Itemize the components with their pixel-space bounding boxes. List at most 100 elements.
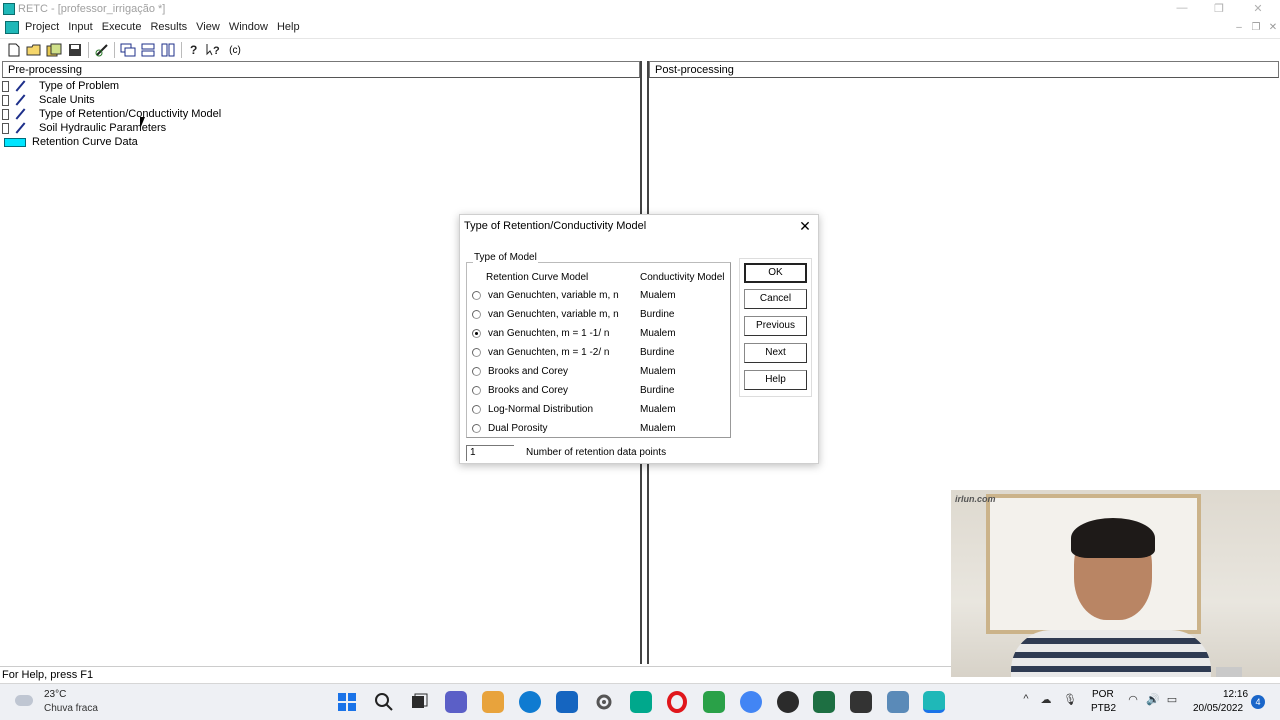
menu-execute[interactable]: Execute	[102, 21, 149, 33]
tree-item-scale-units[interactable]: Scale Units	[2, 93, 95, 107]
menu-view[interactable]: View	[196, 21, 227, 33]
menu-project[interactable]: Project	[25, 21, 66, 33]
model-option-row[interactable]: Brooks and Corey Mualem	[472, 365, 732, 379]
edit-icon[interactable]	[94, 41, 112, 59]
about-icon[interactable]: (c)	[225, 41, 245, 59]
settings-gear-icon[interactable]	[593, 691, 615, 713]
model-radio[interactable]	[472, 424, 481, 433]
chrome-browser-icon[interactable]	[740, 691, 762, 713]
previous-button[interactable]: Previous	[744, 316, 807, 336]
model-radio[interactable]	[472, 405, 481, 414]
model-radio-selected[interactable]	[472, 329, 481, 338]
document-icon[interactable]	[5, 21, 19, 34]
mdi-minimize-icon[interactable]: –	[1231, 22, 1247, 33]
copy-icon[interactable]	[45, 41, 63, 59]
menu-window[interactable]: Window	[229, 21, 275, 33]
tree-item-label: Soil Hydraulic Parameters	[39, 122, 167, 134]
menu-bar: Project Input Execute Results View Windo…	[0, 19, 1280, 37]
model-option-row[interactable]: van Genuchten, variable m, n Burdine	[472, 308, 732, 322]
retc-app-icon	[3, 3, 15, 15]
help-icon[interactable]: ?	[185, 41, 203, 59]
start-icon[interactable]	[336, 691, 358, 713]
wifi-icon[interactable]: ◠	[1124, 693, 1142, 706]
retention-points-label: Number of retention data points	[526, 447, 667, 458]
save-icon[interactable]	[66, 41, 84, 59]
battery-icon[interactable]: ▭	[1163, 693, 1181, 706]
pencil-icon	[11, 80, 25, 92]
monitor-app-icon[interactable]	[887, 691, 909, 713]
teams-chat-icon[interactable]	[445, 691, 467, 713]
show-hidden-icons-icon[interactable]: ^	[1017, 693, 1035, 705]
next-button[interactable]: Next	[744, 343, 807, 363]
help-button[interactable]: Help	[744, 370, 807, 390]
weather-condition[interactable]: Chuva fraca	[44, 703, 98, 714]
cancel-button[interactable]: Cancel	[744, 289, 807, 309]
app-search-icon[interactable]	[630, 691, 652, 713]
retention-model-label: van Genuchten, variable m, n	[488, 290, 619, 301]
menu-input[interactable]: Input	[68, 21, 99, 33]
cascade-windows-icon[interactable]	[119, 41, 137, 59]
tile-vertical-icon[interactable]	[159, 41, 177, 59]
retention-points-input[interactable]: 1	[466, 445, 514, 461]
weather-temperature[interactable]: 23°C	[44, 689, 66, 700]
recording-app-icon[interactable]	[777, 691, 799, 713]
model-option-row[interactable]: Dual Porosity Mualem	[472, 422, 732, 436]
microsoft-store-icon[interactable]	[556, 691, 578, 713]
new-file-icon[interactable]	[5, 41, 23, 59]
clock-date[interactable]: 20/05/2022	[1193, 703, 1243, 714]
model-radio[interactable]	[472, 386, 481, 395]
model-option-row[interactable]: Brooks and Corey Burdine	[472, 384, 732, 398]
model-radio[interactable]	[472, 367, 481, 376]
model-option-row[interactable]: van Genuchten, m = 1 -1/ n Mualem	[472, 327, 732, 341]
column-header-conductivity: Conductivity Model	[640, 272, 725, 283]
clock-time[interactable]: 12:16	[1223, 689, 1248, 700]
toolbar: ? ? (c)	[0, 38, 1280, 60]
tile-horizontal-icon[interactable]	[139, 41, 157, 59]
conductivity-model-label: Mualem	[640, 404, 676, 415]
menu-help[interactable]: Help	[277, 21, 307, 33]
tree-item-type-of-problem[interactable]: Type of Problem	[2, 79, 119, 93]
weather-cloud-icon[interactable]	[15, 691, 35, 707]
dialog-close-icon[interactable]: ✕	[798, 218, 812, 235]
model-option-row[interactable]: van Genuchten, variable m, n Mualem	[472, 289, 732, 303]
webcam-overlay: irlun.com	[951, 490, 1280, 677]
tree-node-box	[2, 80, 9, 92]
model-option-row[interactable]: Log-Normal Distribution Mualem	[472, 403, 732, 417]
notification-badge[interactable]: 4	[1251, 695, 1265, 709]
mdi-restore-icon[interactable]: ❐	[1248, 22, 1264, 33]
onedrive-icon[interactable]: ☁	[1037, 693, 1055, 706]
retc-taskbar-icon[interactable]	[923, 691, 945, 713]
edge-browser-icon[interactable]	[519, 691, 541, 713]
microphone-icon[interactable]: 🎙	[1061, 693, 1079, 706]
tree-item-retention-curve-data[interactable]: Retention Curve Data	[2, 135, 138, 149]
camera-app-icon[interactable]	[850, 691, 872, 713]
language-indicator[interactable]: POR	[1092, 689, 1114, 700]
open-folder-icon[interactable]	[25, 41, 43, 59]
keyboard-layout-indicator[interactable]: PTB2	[1091, 703, 1116, 714]
maximize-icon[interactable]: ❐	[1209, 2, 1229, 15]
excel-icon[interactable]	[813, 691, 835, 713]
menu-results[interactable]: Results	[150, 21, 194, 33]
ok-button[interactable]: OK	[744, 263, 807, 283]
conductivity-model-label: Mualem	[640, 366, 676, 377]
search-icon[interactable]	[373, 691, 395, 713]
opera-browser-icon[interactable]	[666, 691, 688, 713]
conductivity-model-label: Mualem	[640, 290, 676, 301]
volume-icon[interactable]: 🔊	[1144, 693, 1162, 706]
column-header-retention: Retention Curve Model	[486, 272, 589, 283]
task-view-icon[interactable]	[408, 691, 430, 713]
model-option-row[interactable]: van Genuchten, m = 1 -2/ n Burdine	[472, 346, 732, 360]
file-explorer-icon[interactable]	[482, 691, 504, 713]
title-bar: RETC - [professor_irrigação *] — ❐ ✕	[0, 0, 1280, 19]
minimize-icon[interactable]: —	[1172, 2, 1192, 14]
model-radio[interactable]	[472, 310, 481, 319]
model-radio[interactable]	[472, 348, 481, 357]
utorrent-icon[interactable]	[703, 691, 725, 713]
mdi-close-icon[interactable]: ✕	[1265, 22, 1280, 33]
context-help-icon[interactable]: ?	[205, 41, 223, 59]
tree-item-retention-model[interactable]: Type of Retention/Conductivity Model	[2, 107, 221, 121]
retention-model-label: Brooks and Corey	[488, 385, 569, 396]
model-radio[interactable]	[472, 291, 481, 300]
close-icon[interactable]: ✕	[1248, 2, 1268, 15]
toolbar-separator	[88, 42, 89, 58]
